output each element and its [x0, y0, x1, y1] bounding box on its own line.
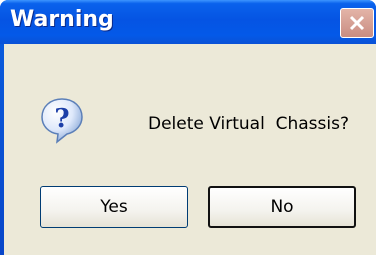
dialog-body: ? Delete Virtual Chassis? Yes No — [4, 44, 376, 255]
close-icon — [349, 15, 365, 31]
yes-button[interactable]: Yes — [40, 186, 188, 228]
warning-dialog: Warning ? Delete Virtual Chassis? Yes No — [0, 0, 376, 255]
svg-text:?: ? — [54, 104, 69, 134]
question-icon: ? — [41, 98, 83, 144]
dialog-title: Warning — [10, 7, 114, 32]
no-button[interactable]: No — [208, 186, 356, 228]
close-button[interactable] — [340, 8, 374, 38]
dialog-message: Delete Virtual Chassis? — [148, 114, 349, 134]
title-bar[interactable]: Warning — [0, 0, 376, 44]
